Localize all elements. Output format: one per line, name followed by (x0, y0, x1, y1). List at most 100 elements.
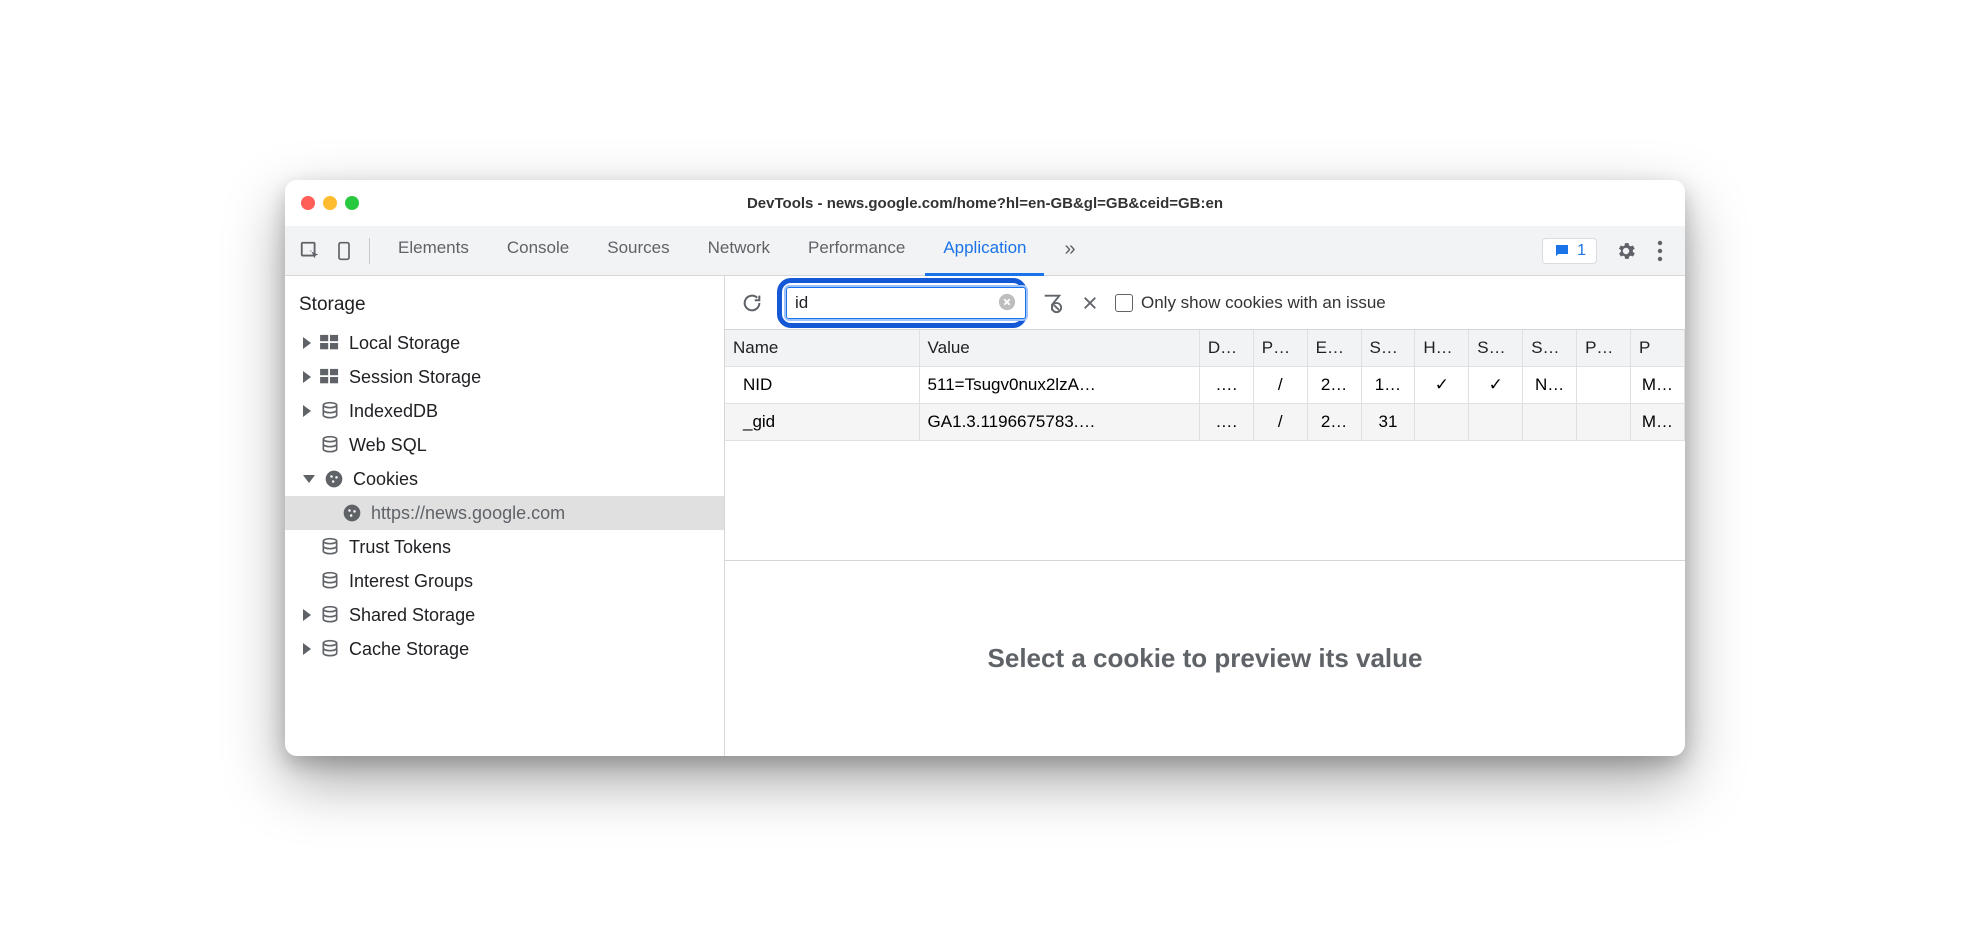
refresh-icon[interactable] (739, 290, 765, 316)
divider (369, 238, 370, 264)
settings-icon[interactable] (1611, 236, 1641, 266)
db-icon (319, 434, 341, 456)
sidebar-item-indexeddb[interactable]: IndexedDB (285, 394, 724, 428)
sidebar-item-cache-storage[interactable]: Cache Storage (285, 632, 724, 666)
db-icon (319, 604, 341, 626)
clear-all-icon[interactable] (1039, 290, 1065, 316)
cell (1523, 404, 1577, 441)
cell: M… (1630, 367, 1684, 404)
col-5[interactable]: S… (1361, 330, 1415, 367)
cookie-icon (323, 468, 345, 490)
preview-pane: Select a cookie to preview its value (725, 561, 1685, 756)
cookies-toolbar: Only show cookies with an issue (725, 276, 1685, 330)
close-window-button[interactable] (301, 196, 315, 210)
expand-arrow-icon (303, 371, 311, 383)
cell: 31 (1361, 404, 1415, 441)
storage-icon (319, 366, 341, 388)
devtools-window: DevTools - news.google.com/home?hl=en-GB… (285, 180, 1685, 756)
cell: M… (1630, 404, 1684, 441)
minimize-window-button[interactable] (323, 196, 337, 210)
sidebar-item-label: IndexedDB (349, 401, 438, 422)
sidebar-item-label: https://news.google.com (371, 503, 565, 524)
db-icon (319, 638, 341, 660)
cell: _gid (725, 404, 919, 441)
col-9[interactable]: P… (1577, 330, 1631, 367)
window-title: DevTools - news.google.com/home?hl=en-GB… (285, 195, 1685, 212)
tab-console[interactable]: Console (489, 226, 587, 276)
filter-input[interactable] (786, 287, 1026, 319)
db-icon (319, 400, 341, 422)
table-empty-space (725, 441, 1685, 561)
clear-filter-icon[interactable] (998, 293, 1018, 313)
sidebar-item-web-sql[interactable]: Web SQL (285, 428, 724, 462)
traffic-lights (301, 196, 359, 210)
expand-arrow-icon (303, 337, 311, 349)
content: Storage Local StorageSession StorageInde… (285, 276, 1685, 756)
sidebar-item-label: Local Storage (349, 333, 460, 354)
col-3[interactable]: P… (1253, 330, 1307, 367)
checkbox-label-text: Only show cookies with an issue (1141, 293, 1386, 313)
device-toolbar-icon[interactable] (329, 236, 359, 266)
tab-elements[interactable]: Elements (380, 226, 487, 276)
col-2[interactable]: D… (1199, 330, 1253, 367)
sidebar-item-session-storage[interactable]: Session Storage (285, 360, 724, 394)
tabbar: Elements Console Sources Network Perform… (285, 226, 1685, 276)
maximize-window-button[interactable] (345, 196, 359, 210)
only-issues-checkbox[interactable]: Only show cookies with an issue (1115, 293, 1386, 313)
expand-arrow-icon (303, 475, 315, 483)
cell: NID (725, 367, 919, 404)
cookies-table: NameValueD…P…E…S…H…S…S…P…P NID511=Tsugv0… (725, 330, 1685, 561)
cell: 2… (1307, 367, 1361, 404)
tab-network[interactable]: Network (690, 226, 788, 276)
checkbox-icon (1115, 294, 1133, 312)
cell (1577, 404, 1631, 441)
sidebar-item-https-news-google-com[interactable]: https://news.google.com (285, 496, 724, 530)
expand-arrow-icon (303, 643, 311, 655)
cell: ✓ (1469, 367, 1523, 404)
col-1[interactable]: Value (919, 330, 1199, 367)
sidebar-item-shared-storage[interactable]: Shared Storage (285, 598, 724, 632)
sidebar-item-interest-groups[interactable]: Interest Groups (285, 564, 724, 598)
col-8[interactable]: S… (1523, 330, 1577, 367)
sidebar-item-label: Cache Storage (349, 639, 469, 660)
expand-arrow-icon (303, 405, 311, 417)
sidebar-item-label: Trust Tokens (349, 537, 451, 558)
cell: / (1253, 367, 1307, 404)
sidebar-item-label: Shared Storage (349, 605, 475, 626)
db-icon (319, 536, 341, 558)
sidebar-item-cookies[interactable]: Cookies (285, 462, 724, 496)
col-7[interactable]: S… (1469, 330, 1523, 367)
tab-sources[interactable]: Sources (589, 226, 687, 276)
cell: 1… (1361, 367, 1415, 404)
sidebar-item-label: Interest Groups (349, 571, 473, 592)
table-row[interactable]: _gidGA1.3.1196675783.……./2…31 M… (725, 404, 1685, 441)
sidebar-item-label: Web SQL (349, 435, 427, 456)
cell: GA1.3.1196675783.… (919, 404, 1199, 441)
col-10[interactable]: P (1630, 330, 1684, 367)
filter-highlight (777, 278, 1027, 328)
sidebar-item-local-storage[interactable]: Local Storage (285, 326, 724, 360)
tab-performance[interactable]: Performance (790, 226, 923, 276)
cell: …. (1199, 404, 1253, 441)
col-4[interactable]: E… (1307, 330, 1361, 367)
panel-tabs: Elements Console Sources Network Perform… (380, 226, 1094, 276)
issues-button[interactable]: 1 (1542, 238, 1597, 264)
more-icon[interactable] (1645, 236, 1675, 266)
sidebar: Storage Local StorageSession StorageInde… (285, 276, 725, 756)
sidebar-item-label: Session Storage (349, 367, 481, 388)
delete-selected-icon[interactable] (1077, 290, 1103, 316)
tabs-overflow-button[interactable]: » (1046, 226, 1093, 276)
inspect-element-icon[interactable] (295, 236, 325, 266)
cell: ✓ (1415, 367, 1469, 404)
sidebar-item-trust-tokens[interactable]: Trust Tokens (285, 530, 724, 564)
cell: 2… (1307, 404, 1361, 441)
col-0[interactable]: Name (725, 330, 919, 367)
storage-icon (319, 332, 341, 354)
cell: / (1253, 404, 1307, 441)
sidebar-item-label: Cookies (353, 469, 418, 490)
table-row[interactable]: NID511=Tsugv0nux2lzA……./2…1…✓✓N…M… (725, 367, 1685, 404)
preview-placeholder: Select a cookie to preview its value (988, 643, 1423, 674)
tab-application[interactable]: Application (925, 226, 1044, 276)
col-6[interactable]: H… (1415, 330, 1469, 367)
main-panel: Only show cookies with an issue NameValu… (725, 276, 1685, 756)
